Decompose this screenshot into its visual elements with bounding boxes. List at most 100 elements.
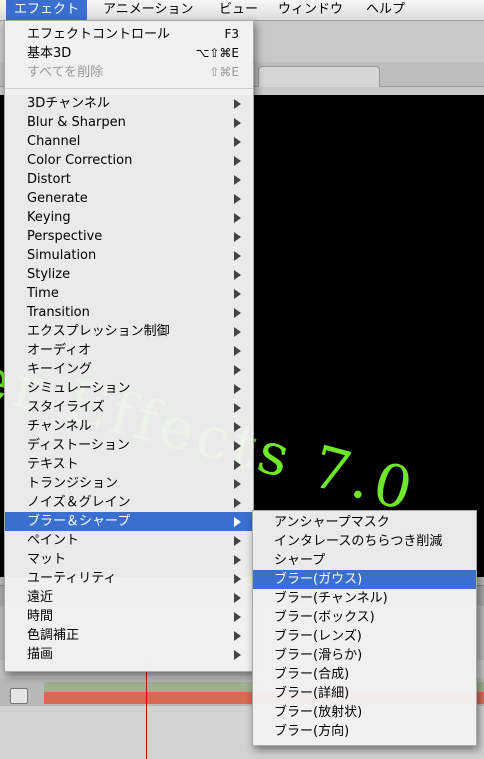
menu-item-label: 色調補正 (27, 628, 80, 643)
menu-item-utility[interactable]: ユーティリティ (5, 569, 253, 588)
submenu-item-detail-blur[interactable]: ブラー(詳細) (253, 684, 476, 703)
submenu-item-label: ブラー(レンズ) (274, 629, 362, 644)
submenu-arrow-icon (234, 194, 241, 204)
menu-item-color-correction[interactable]: 色調補正 (5, 626, 253, 645)
menu-item-label: Blur & Sharpen (27, 115, 126, 130)
submenu-arrow-icon (234, 137, 241, 147)
submenu-arrow-icon (234, 308, 241, 318)
menu-item-label: エフェクトコントロール (27, 27, 171, 42)
submenu-arrow-icon (234, 99, 241, 109)
menu-item-generate-en[interactable]: Generate (5, 189, 253, 208)
menu-item-label: ノイズ＆グレイン (27, 495, 131, 510)
submenu-arrow-icon (234, 650, 241, 660)
menu-item-basic-3d[interactable]: 基本3D ⌥⇧⌘E (5, 44, 253, 63)
menubar-animation[interactable]: アニメーション (95, 0, 201, 20)
submenu-item-directional-blur[interactable]: ブラー(方向) (253, 722, 476, 741)
menu-item-label: Transition (27, 305, 90, 320)
submenu-arrow-icon (234, 536, 241, 546)
submenu-item-label: ブラー(方向) (274, 724, 350, 739)
menu-item-perspective-en[interactable]: Perspective (5, 227, 253, 246)
menu-item-label: チャンネル (27, 419, 92, 434)
menu-item-time[interactable]: 時間 (5, 607, 253, 626)
playhead-indicator[interactable] (146, 660, 147, 759)
menu-item-distortion[interactable]: ディストーション (5, 436, 253, 455)
menubar-window[interactable]: ウィンドウ (270, 0, 351, 20)
menubar-effects[interactable]: エフェクト (6, 0, 88, 20)
menu-item-transition-en[interactable]: Transition (5, 303, 253, 322)
menu-item-paint[interactable]: ペイント (5, 531, 253, 550)
menu-item-noise-grain[interactable]: ノイズ＆グレイン (5, 493, 253, 512)
submenu-item-label: シャープ (274, 553, 326, 568)
menu-item-label: ブラー＆シャープ (27, 514, 131, 529)
menu-item-text[interactable]: テキスト (5, 455, 253, 474)
dropdown-toggle[interactable] (10, 688, 28, 704)
blur-sharpen-submenu: アンシャープマスク インタレースのちらつき削減 シャープ ブラー(ガウス) ブラ… (252, 510, 477, 746)
menubar-view[interactable]: ビュー (211, 0, 266, 20)
submenu-item-smart-blur[interactable]: ブラー(滑らか) (253, 646, 476, 665)
menu-item-perspective[interactable]: 遠近 (5, 588, 253, 607)
menu-item-distort-en[interactable]: Distort (5, 170, 253, 189)
submenu-item-reduce-interlace-flicker[interactable]: インタレースのちらつき削減 (253, 532, 476, 551)
menu-item-shortcut: ⇧⌘E (209, 65, 239, 79)
menubar-help[interactable]: ヘルプ (358, 0, 413, 20)
menu-item-label: Simulation (27, 248, 97, 263)
submenu-arrow-icon (234, 612, 241, 622)
menu-item-label: 描画 (27, 647, 54, 662)
menu-item-expression-controls[interactable]: エクスプレッション制御 (5, 322, 253, 341)
submenu-item-box-blur[interactable]: ブラー(ボックス) (253, 608, 476, 627)
menu-item-stylize[interactable]: スタイライズ (5, 398, 253, 417)
submenu-arrow-icon (234, 517, 241, 527)
submenu-item-label: ブラー(ボックス) (274, 610, 375, 625)
submenu-arrow-icon (234, 289, 241, 299)
submenu-arrow-icon (234, 232, 241, 242)
menu-item-label: Stylize (27, 267, 71, 282)
menu-bar: エフェクト アニメーション ビュー ウィンドウ ヘルプ (0, 0, 484, 21)
menu-item-3d-channel[interactable]: 3Dチャンネル (5, 94, 253, 113)
menu-item-shortcut: ⌥⇧⌘E (195, 46, 239, 60)
menu-item-label: オーディオ (27, 343, 92, 358)
menu-item-label: 時間 (27, 609, 54, 624)
submenu-arrow-icon (234, 365, 241, 375)
menu-item-blur-sharpen-en[interactable]: Blur & Sharpen (5, 113, 253, 132)
menu-item-shortcut: F3 (224, 27, 239, 41)
menu-item-label: ペイント (27, 533, 80, 548)
menu-item-effect-controls[interactable]: エフェクトコントロール F3 (5, 25, 253, 44)
menu-item-keying-en[interactable]: Keying (5, 208, 253, 227)
submenu-item-label: ブラー(ガウス) (274, 572, 363, 587)
submenu-arrow-icon (234, 118, 241, 128)
menu-item-label: ユーティリティ (27, 571, 117, 586)
menu-item-label: Color Correction (27, 153, 133, 168)
menu-item-time-en[interactable]: Time (5, 284, 253, 303)
menu-item-label: すべてを削除 (27, 65, 104, 80)
submenu-arrow-icon (234, 479, 241, 489)
submenu-item-label: インタレースのちらつき削減 (274, 534, 443, 549)
submenu-item-lens-blur[interactable]: ブラー(レンズ) (253, 627, 476, 646)
menu-item-simulation-en[interactable]: Simulation (5, 246, 253, 265)
menu-item-matte[interactable]: マット (5, 550, 253, 569)
submenu-arrow-icon (234, 441, 241, 451)
menu-item-stylize-en[interactable]: Stylize (5, 265, 253, 284)
menu-item-label: Channel (27, 134, 81, 149)
menu-item-label: Distort (27, 172, 71, 187)
composition-tab[interactable] (258, 66, 380, 87)
menu-item-render[interactable]: 描画 (5, 645, 253, 664)
menu-item-channel[interactable]: チャンネル (5, 417, 253, 436)
submenu-item-unsharp-mask[interactable]: アンシャープマスク (253, 513, 476, 532)
submenu-item-sharpen[interactable]: シャープ (253, 551, 476, 570)
menu-item-transition[interactable]: トランジション (5, 474, 253, 493)
menu-item-simulation[interactable]: シミュレーション (5, 379, 253, 398)
submenu-arrow-icon (234, 175, 241, 185)
menu-item-audio[interactable]: オーディオ (5, 341, 253, 360)
submenu-arrow-icon (234, 156, 241, 166)
submenu-item-channel-blur[interactable]: ブラー(チャンネル) (253, 589, 476, 608)
menu-item-keying[interactable]: キーイング (5, 360, 253, 379)
submenu-arrow-icon (234, 346, 241, 356)
submenu-item-label: ブラー(合成) (274, 667, 350, 682)
submenu-item-radial-blur[interactable]: ブラー(放射状) (253, 703, 476, 722)
submenu-item-compound-blur[interactable]: ブラー(合成) (253, 665, 476, 684)
menu-item-blur-sharpen[interactable]: ブラー＆シャープ (5, 512, 253, 531)
menu-item-channel-en[interactable]: Channel (5, 132, 253, 151)
submenu-item-gaussian-blur[interactable]: ブラー(ガウス) (253, 570, 476, 589)
menu-item-label: Generate (27, 191, 88, 206)
menu-item-color-correction-en[interactable]: Color Correction (5, 151, 253, 170)
